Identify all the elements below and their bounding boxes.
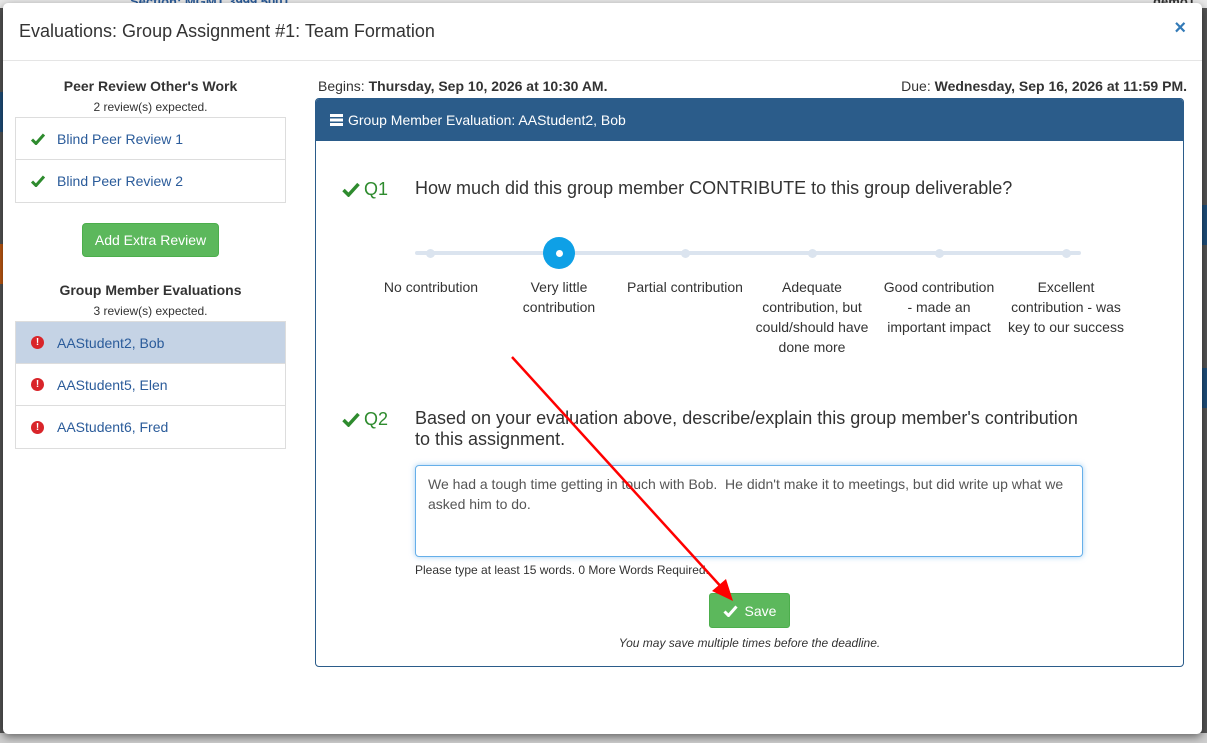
- begins-value: Thursday, Sep 10, 2026 at 10:30 AM.: [368, 78, 608, 94]
- slider-stop-2[interactable]: [681, 249, 690, 258]
- checkmark-icon: [342, 412, 360, 427]
- contribution-explanation-textarea[interactable]: [415, 465, 1083, 557]
- left-sidebar: Peer Review Other's Work 2 review(s) exp…: [15, 72, 286, 449]
- peer-review-title: Peer Review Other's Work: [63, 78, 238, 94]
- group-eval-item-label: AAStudent2, Bob: [57, 334, 165, 351]
- option-label-2: Partial contribution: [627, 279, 743, 295]
- panel-heading: Group Member Evaluation: AAStudent2, Bob: [316, 99, 1183, 141]
- modal-title: Evaluations: Group Assignment #1: Team F…: [19, 21, 435, 41]
- save-button[interactable]: Save: [709, 593, 790, 628]
- save-note: You may save multiple times before the d…: [618, 636, 881, 650]
- exclamation-icon: !: [31, 420, 44, 434]
- peer-review-item-1[interactable]: Blind Peer Review 1: [16, 118, 285, 160]
- option-label-5: Excellent contribution - was key to our …: [1008, 279, 1124, 335]
- group-eval-item-2[interactable]: ! AAStudent5, Elen: [16, 364, 285, 406]
- q1-number: Q1: [342, 179, 388, 200]
- panel-heading-text: Group Member Evaluation: AAStudent2, Bob: [348, 112, 626, 128]
- evaluation-panel: Group Member Evaluation: AAStudent2, Bob…: [315, 98, 1184, 667]
- due-value: Wednesday, Sep 16, 2026 at 11:59 PM.: [934, 78, 1187, 94]
- q1-text: How much did this group member CONTRIBUT…: [415, 178, 1013, 198]
- group-eval-item-label: AAStudent6, Fred: [57, 419, 169, 435]
- due-date: Due: Wednesday, Sep 16, 2026 at 11:59 PM…: [901, 78, 1187, 94]
- peer-review-item-label: Blind Peer Review 2: [57, 173, 184, 189]
- exclamation-icon: !: [31, 378, 44, 391]
- checkmark-icon: [31, 175, 57, 187]
- option-label-3: Adequate contribution, but could/should …: [755, 279, 869, 355]
- group-eval-item-1[interactable]: ! AAStudent2, Bob: [16, 322, 285, 364]
- q2-number: Q2: [342, 409, 388, 430]
- peer-review-subtitle: 2 review(s) expected.: [93, 100, 208, 114]
- checkmark-icon: [31, 133, 57, 145]
- slider-stop-3[interactable]: [808, 249, 817, 258]
- group-eval-item-label: AAStudent5, Elen: [57, 376, 168, 393]
- peer-review-list: Blind Peer Review 1 Blind Peer Review 2: [15, 117, 286, 203]
- peer-review-item-2[interactable]: Blind Peer Review 2: [16, 160, 285, 202]
- contribution-slider-track[interactable]: [415, 251, 1081, 255]
- close-icon[interactable]: ×: [1174, 17, 1186, 40]
- group-evaluations-title: Group Member Evaluations: [59, 282, 242, 298]
- option-label-1: Very little contribution: [522, 279, 596, 315]
- slider-stop-0[interactable]: [426, 249, 435, 258]
- peer-review-item-label: Blind Peer Review 1: [57, 130, 184, 147]
- slider-stop-4[interactable]: [935, 249, 944, 258]
- add-extra-review-button[interactable]: Add Extra Review: [82, 223, 219, 257]
- q1-number-label: Q1: [364, 179, 389, 199]
- background-bottom-bar: [0, 733, 1207, 743]
- q2-number-label: Q2: [364, 409, 389, 429]
- due-label: Due:: [901, 78, 931, 94]
- checkmark-icon: [342, 182, 360, 197]
- save-button-label: Save: [744, 602, 777, 619]
- exclamation-icon: !: [31, 336, 44, 349]
- group-eval-item-3[interactable]: ! AAStudent6, Fred: [16, 406, 285, 448]
- contribution-slider-handle[interactable]: [543, 237, 575, 269]
- checkmark-icon: [722, 605, 738, 617]
- slider-stop-5[interactable]: [1062, 249, 1071, 258]
- modal-header: Evaluations: Group Assignment #1: Team F…: [3, 3, 1202, 61]
- option-label-4: Good contribution - made an important im…: [883, 279, 995, 335]
- option-label-0: No contribution: [383, 279, 479, 295]
- group-evaluations-subtitle: 3 review(s) expected.: [93, 304, 208, 318]
- q2-text: Based on your evaluation above, describe…: [415, 408, 1078, 449]
- list-icon: [330, 114, 343, 126]
- word-count-help: Please type at least 15 words. 0 More Wo…: [415, 563, 709, 577]
- group-evaluations-block: Group Member Evaluations 3 review(s) exp…: [15, 282, 286, 449]
- begins-date: Begins: Thursday, Sep 10, 2026 at 10:30 …: [318, 78, 607, 94]
- begins-label: Begins:: [318, 78, 365, 94]
- group-evaluations-list: ! AAStudent2, Bob ! AAStudent5, Elen ! A…: [15, 321, 286, 449]
